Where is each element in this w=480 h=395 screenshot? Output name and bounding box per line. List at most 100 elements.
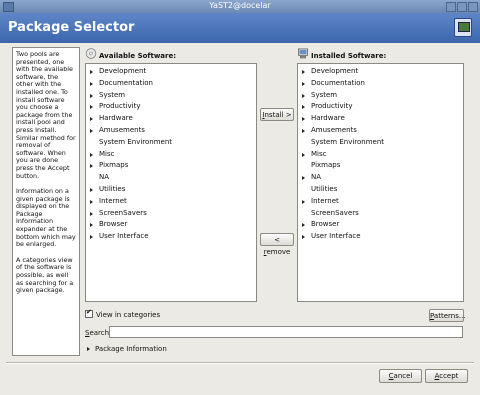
close-icon[interactable]: [468, 2, 478, 12]
list-item[interactable]: System Environment: [301, 137, 463, 149]
list-item-label: Browser: [311, 220, 340, 229]
expand-arrow-icon[interactable]: [302, 93, 305, 98]
expand-arrow-icon[interactable]: [302, 235, 305, 240]
list-item[interactable]: Utilities: [89, 184, 256, 196]
list-item[interactable]: Development: [301, 66, 463, 78]
list-item[interactable]: Utilities: [301, 184, 463, 196]
available-software-label: Available Software:: [99, 52, 177, 60]
list-item[interactable]: Amusements: [89, 125, 256, 137]
list-item-label: User Interface: [311, 232, 361, 241]
expand-arrow-icon[interactable]: [302, 105, 305, 110]
expand-arrow-icon[interactable]: [302, 152, 305, 157]
help-panel: Two pools are presented, one with the av…: [12, 47, 80, 356]
list-item[interactable]: Pixmaps: [301, 160, 463, 172]
list-item-label: Development: [311, 67, 359, 75]
list-item[interactable]: Productivity: [89, 101, 256, 113]
expand-arrow-icon[interactable]: [90, 128, 93, 133]
list-item[interactable]: Productivity: [301, 101, 463, 113]
page-header: Package Selector: [0, 13, 480, 43]
list-item[interactable]: Amusements: [301, 125, 463, 137]
help-paragraph: Information on a given package is displa…: [16, 187, 76, 249]
list-item[interactable]: ScreenSavers: [301, 208, 463, 220]
list-item-label: System Environment: [311, 137, 385, 146]
list-item[interactable]: Development: [89, 66, 256, 78]
list-item[interactable]: System: [89, 90, 256, 102]
list-item[interactable]: Browser: [89, 219, 256, 231]
list-item[interactable]: Hardware: [301, 113, 463, 125]
list-item-label: Pixmaps: [311, 161, 341, 170]
package-information-label: Package Information: [95, 345, 167, 353]
list-item-label: Documentation: [311, 78, 365, 87]
list-item[interactable]: Misc: [89, 149, 256, 161]
expand-arrow-icon[interactable]: [302, 81, 305, 86]
list-item[interactable]: Browser: [301, 219, 463, 231]
cancel-button[interactable]: Cancel: [379, 369, 422, 383]
list-item[interactable]: System Environment: [89, 137, 256, 149]
expand-arrow-icon[interactable]: [90, 223, 93, 228]
list-item-label: Development: [99, 67, 147, 75]
expand-arrow-icon[interactable]: [90, 81, 93, 86]
list-item-label: Documentation: [99, 78, 153, 87]
expand-arrow-icon[interactable]: [90, 93, 93, 98]
list-item-label: System: [99, 90, 126, 99]
list-item-label: Hardware: [311, 114, 345, 123]
patterns-button[interactable]: Patterns...: [429, 309, 466, 322]
list-item[interactable]: Pixmaps: [89, 160, 256, 172]
expand-arrow-icon[interactable]: [90, 164, 93, 169]
list-item[interactable]: NA: [301, 172, 463, 184]
package-information-expander[interactable]: Package Information: [87, 345, 167, 353]
list-item[interactable]: Documentation: [301, 78, 463, 90]
list-item-label: NA: [311, 173, 322, 182]
list-item-label: System: [311, 90, 338, 99]
expand-arrow-icon[interactable]: [302, 128, 305, 133]
remove-button[interactable]: < remove: [260, 233, 294, 256]
view-in-categories-checkbox[interactable]: [85, 308, 93, 318]
list-item[interactable]: Misc: [301, 149, 463, 161]
list-item[interactable]: User Interface: [89, 231, 256, 243]
cd-icon: [85, 48, 97, 59]
list-item[interactable]: Documentation: [89, 78, 256, 90]
expand-arrow-icon[interactable]: [302, 117, 305, 122]
expand-arrow-icon[interactable]: [90, 117, 93, 122]
list-item-label: Amusements: [99, 125, 145, 134]
accept-button[interactable]: Accept: [425, 369, 468, 383]
list-item[interactable]: Internet: [89, 196, 256, 208]
list-item-label: Pixmaps: [99, 161, 129, 170]
expand-arrow-icon[interactable]: [90, 199, 93, 204]
list-item-label: Utilities: [311, 184, 338, 193]
list-item[interactable]: System: [301, 90, 463, 102]
expand-arrow-icon[interactable]: [302, 199, 305, 204]
window-titlebar[interactable]: YaST2@docelar: [0, 0, 480, 14]
expand-arrow-icon[interactable]: [302, 70, 305, 74]
expand-arrow-icon[interactable]: [90, 235, 93, 240]
list-item-label: Misc: [99, 149, 115, 158]
computer-icon: [298, 48, 308, 59]
expand-arrow-icon[interactable]: [302, 223, 305, 228]
installed-software-list[interactable]: Development Documentation System Productivi…: [297, 63, 464, 302]
maximize-icon[interactable]: [457, 2, 467, 12]
list-item[interactable]: Internet: [301, 196, 463, 208]
list-item[interactable]: NA: [89, 172, 256, 184]
expand-arrow-icon[interactable]: [302, 176, 305, 181]
search-input[interactable]: [109, 326, 463, 338]
list-item-label: Productivity: [311, 102, 353, 111]
search-label: Search:: [85, 329, 112, 337]
install-button[interactable]: Install >: [260, 108, 294, 121]
available-software-list[interactable]: Development Documentation System Productivi…: [85, 63, 257, 302]
list-item[interactable]: User Interface: [301, 231, 463, 243]
minimize-icon[interactable]: [446, 2, 456, 12]
list-item-label: ScreenSavers: [99, 208, 147, 217]
window-title: YaST2@docelar: [209, 1, 271, 10]
help-paragraph: A categories view of the software is pos…: [16, 255, 74, 295]
expand-arrow-icon[interactable]: [90, 187, 93, 192]
expand-arrow-icon[interactable]: [90, 152, 93, 157]
expander-arrow-icon: [87, 347, 90, 351]
view-in-categories-label: View in categories: [96, 311, 161, 319]
list-item[interactable]: Hardware: [89, 113, 256, 125]
expand-arrow-icon[interactable]: [90, 211, 93, 216]
list-item-label: Hardware: [99, 114, 133, 123]
expand-arrow-icon[interactable]: [90, 70, 93, 74]
list-item[interactable]: ScreenSavers: [89, 208, 256, 220]
list-item-label: Internet: [311, 196, 339, 205]
expand-arrow-icon[interactable]: [90, 105, 93, 110]
